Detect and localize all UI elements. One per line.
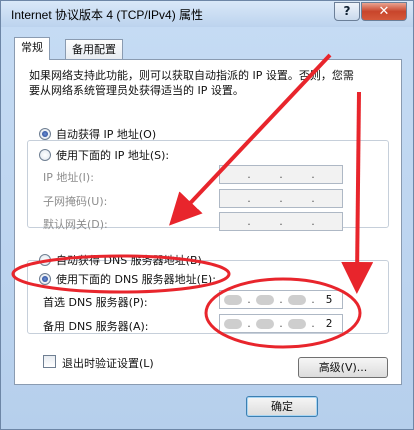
auto-dns-label: 自动获得 DNS 服务器地址(B) <box>56 254 202 267</box>
default-gateway-field[interactable]: ... <box>219 212 343 231</box>
validate-label: 退出时验证设置(L) <box>62 357 154 370</box>
title-bar: Internet 协议版本 4 (TCP/IPv4) 属性 ? ✕ <box>1 1 413 27</box>
manual-ip-option[interactable]: 使用下面的 IP 地址(S): <box>39 147 169 163</box>
general-panel: 如果网络支持此功能，则可以获取自动指派的 IP 设置。否则，您需要从网络系统管理… <box>14 59 402 385</box>
ip-address-field[interactable]: ... <box>219 165 343 184</box>
alternate-dns-field[interactable]: ...2 <box>219 314 343 333</box>
advanced-button[interactable]: 高级(V)... <box>298 357 388 378</box>
preferred-dns-last-octet: 5 <box>325 293 333 306</box>
manual-dns-label: 使用下面的 DNS 服务器地址(E): <box>56 273 216 286</box>
auto-ip-label: 自动获得 IP 地址(O) <box>56 128 157 141</box>
manual-ip-label: 使用下面的 IP 地址(S): <box>56 149 170 162</box>
auto-ip-option[interactable]: 自动获得 IP 地址(O) <box>39 126 156 142</box>
auto-dns-option[interactable]: 自动获得 DNS 服务器地址(B) <box>39 252 202 268</box>
alternate-dns-last-octet: 2 <box>325 317 333 330</box>
window-title: Internet 协议版本 4 (TCP/IPv4) 属性 <box>11 8 204 22</box>
manual-dns-option[interactable]: 使用下面的 DNS 服务器地址(E): <box>39 271 216 287</box>
default-gateway-label: 默认网关(D): <box>43 218 108 231</box>
preferred-dns-label: 首选 DNS 服务器(P): <box>43 296 148 309</box>
manual-ip-radio[interactable] <box>39 149 51 161</box>
manual-dns-radio[interactable] <box>39 273 51 285</box>
close-button[interactable]: ✕ <box>361 2 407 21</box>
help-button[interactable]: ? <box>334 2 360 21</box>
preferred-dns-field[interactable]: ...5 <box>219 290 343 309</box>
ok-button[interactable]: 确定 <box>246 396 318 417</box>
subnet-mask-label: 子网掩码(U): <box>43 195 108 208</box>
tab-general[interactable]: 常规 <box>14 37 50 60</box>
auto-ip-radio[interactable] <box>39 128 51 140</box>
subnet-mask-field[interactable]: ... <box>219 189 343 208</box>
description-text: 如果网络支持此功能，则可以获取自动指派的 IP 设置。否则，您需要从网络系统管理… <box>29 69 354 97</box>
alternate-dns-label: 备用 DNS 服务器(A): <box>43 320 149 333</box>
tab-alternate-config[interactable]: 备用配置 <box>65 39 123 60</box>
ip-address-label: IP 地址(I): <box>43 171 94 184</box>
dialog-window: Internet 协议版本 4 (TCP/IPv4) 属性 ? ✕ 常规 备用配… <box>0 0 414 430</box>
auto-dns-radio[interactable] <box>39 254 51 266</box>
validate-checkbox[interactable] <box>43 355 56 368</box>
